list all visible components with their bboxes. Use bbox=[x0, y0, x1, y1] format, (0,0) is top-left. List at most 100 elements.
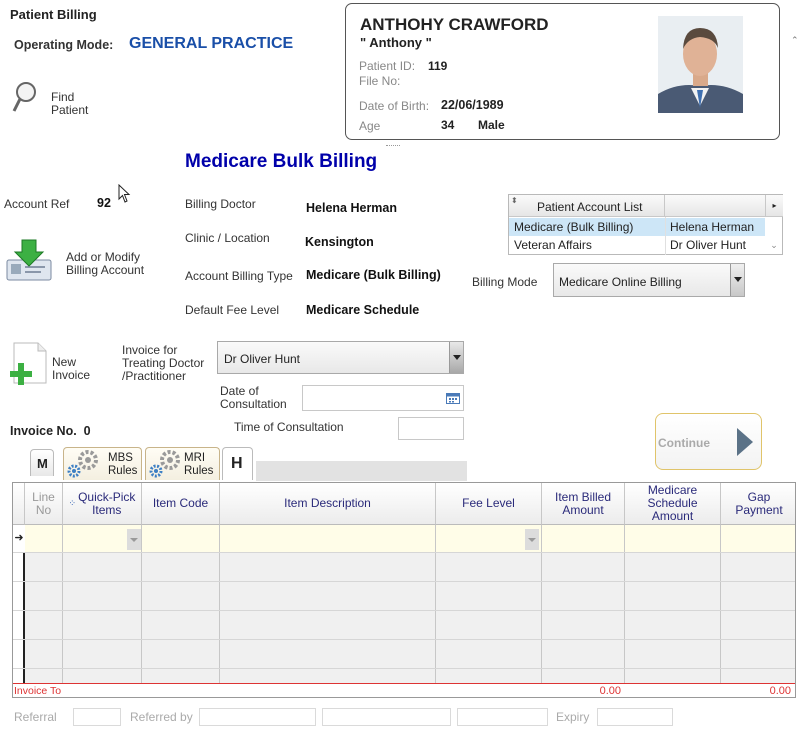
chevron-down-icon bbox=[449, 342, 463, 373]
chevron-down-icon bbox=[528, 538, 536, 542]
patient-name: ANTHOHY CRAWFORD bbox=[360, 15, 549, 34]
footer-invoice-total-label: Invoice To bbox=[14, 685, 62, 697]
tab-mbs-rules[interactable]: MBS Rules bbox=[63, 447, 142, 480]
billing-mode-label: Billing Mode bbox=[472, 275, 538, 289]
column-medicare-schedule-line3: Amount bbox=[651, 509, 694, 523]
referred-by-input[interactable] bbox=[199, 708, 316, 726]
row-selector-header bbox=[13, 483, 25, 525]
column-item-code[interactable]: Item Code bbox=[142, 483, 220, 525]
referral-provider-input[interactable] bbox=[322, 708, 451, 726]
grid-dots-icon: ⁘ bbox=[68, 498, 77, 508]
default-fee-level-label: Default Fee Level bbox=[185, 303, 280, 317]
account-list-scroll-down[interactable]: ⌄ bbox=[765, 236, 783, 254]
sort-icon: ⬍ bbox=[511, 196, 518, 205]
column-line-no-line1: Line bbox=[32, 489, 55, 504]
quick-pick-dropdown[interactable] bbox=[127, 529, 141, 550]
column-item-description[interactable]: Item Description bbox=[220, 483, 436, 525]
invoice-items-grid[interactable]: Line No ⁘ Quick-Pick Items Item Code Item … bbox=[12, 482, 796, 698]
date-of-consultation-line2: Consultation bbox=[220, 397, 287, 411]
account-ref-value: 92 bbox=[97, 196, 111, 210]
column-fee-level[interactable]: Fee Level bbox=[436, 483, 542, 525]
treating-doctor-value: Dr Oliver Hunt bbox=[224, 352, 301, 366]
account-type: Medicare (Bulk Billing) bbox=[514, 220, 634, 234]
account-list-header: ⬍ Patient Account List bbox=[509, 195, 665, 217]
tab-mri-rules[interactable]: MRI Rules bbox=[145, 447, 220, 480]
invoice-for-line1: Invoice for bbox=[122, 343, 178, 357]
dob-value: 22/06/1989 bbox=[441, 98, 504, 112]
col-divider bbox=[142, 525, 220, 683]
col-divider bbox=[625, 525, 721, 683]
tab-mri-line1: MRI bbox=[184, 452, 206, 464]
gear-icon bbox=[67, 450, 98, 478]
col-divider bbox=[25, 525, 63, 683]
column-quick-pick[interactable]: ⁘ Quick-Pick Items bbox=[63, 483, 142, 525]
column-line-no[interactable]: Line No bbox=[25, 483, 63, 525]
patient-card: ANTHOHY CRAWFORD " Anthony " Patient ID:… bbox=[345, 3, 780, 140]
clinic-location-label: Clinic / Location bbox=[185, 231, 270, 245]
dob-label: Date of Birth: bbox=[359, 99, 430, 113]
add-modify-billing-account-button[interactable]: Add or Modify Billing Account bbox=[5, 238, 155, 284]
row-pointer-icon: ➜ bbox=[13, 525, 25, 552]
age-label: Age bbox=[359, 119, 381, 133]
chevron-down-icon bbox=[730, 264, 744, 296]
add-account-icon bbox=[6, 239, 52, 281]
sex-value: Male bbox=[478, 118, 505, 132]
referral-label: Referral bbox=[14, 710, 57, 724]
tab-m[interactable]: M bbox=[30, 449, 54, 476]
treating-doctor-select[interactable]: Dr Oliver Hunt bbox=[217, 341, 464, 374]
account-ref-label: Account Ref bbox=[4, 197, 70, 211]
card-resize-grip[interactable] bbox=[386, 145, 400, 147]
row-selector-column bbox=[13, 552, 25, 683]
patient-account-list[interactable]: ⬍ Patient Account List ▸ Medicare (Bulk … bbox=[508, 194, 783, 255]
column-medicare-schedule-amount[interactable]: Medicare Schedule Amount bbox=[625, 483, 721, 525]
row-line bbox=[13, 668, 795, 669]
add-modify-line1: Add or Modify bbox=[66, 250, 141, 264]
row-line bbox=[13, 581, 795, 582]
referred-by-label: Referred by bbox=[130, 710, 193, 724]
time-of-consultation-input[interactable] bbox=[398, 417, 464, 440]
account-list-row[interactable]: Medicare (Bulk Billing) Helena Herman bbox=[509, 218, 765, 236]
column-item-billed-line1: Item Billed bbox=[554, 489, 612, 504]
row-line bbox=[13, 639, 795, 640]
mouse-cursor-icon bbox=[118, 184, 131, 203]
new-invoice-line1: New bbox=[52, 355, 77, 369]
column-line-no-line2: No bbox=[35, 502, 52, 517]
tab-h[interactable]: H bbox=[222, 447, 253, 480]
column-gap-payment-line2: Payment bbox=[735, 502, 783, 517]
referral-date-input[interactable] bbox=[457, 708, 548, 726]
patient-photo bbox=[658, 16, 743, 113]
tab-mri-line2: Rules bbox=[184, 465, 214, 477]
column-quick-pick-line1: Quick-Pick bbox=[78, 489, 136, 504]
date-of-consultation-input[interactable] bbox=[302, 385, 464, 411]
row-line bbox=[13, 552, 795, 553]
account-list-scroll-right[interactable]: ▸ bbox=[765, 195, 783, 217]
column-item-billed-amount[interactable]: Item Billed Amount bbox=[542, 483, 625, 525]
column-quick-pick-line2: Items bbox=[92, 502, 122, 517]
page-scroll-up[interactable]: ⌃ bbox=[791, 35, 799, 46]
column-gap-payment[interactable]: Gap Payment bbox=[721, 483, 795, 525]
time-of-consultation-label: Time of Consultation bbox=[234, 420, 344, 434]
default-fee-level-value: Medicare Schedule bbox=[306, 303, 420, 317]
find-patient-button[interactable]: Find Patient bbox=[12, 80, 102, 120]
billing-mode-select[interactable]: Medicare Online Billing bbox=[553, 263, 745, 297]
account-list-row[interactable]: Veteran Affairs Dr Oliver Hunt bbox=[509, 236, 765, 254]
new-invoice-button[interactable]: New Invoice bbox=[8, 341, 108, 389]
operating-mode-label: Operating Mode: bbox=[14, 38, 114, 52]
invoice-for-line2: Treating Doctor bbox=[122, 356, 205, 370]
fee-level-dropdown[interactable] bbox=[525, 529, 539, 550]
gear-icon bbox=[149, 450, 180, 478]
arrow-right-icon bbox=[737, 428, 753, 456]
file-no-label: File No: bbox=[359, 74, 401, 88]
expiry-input[interactable] bbox=[597, 708, 673, 726]
tab-h-label: H bbox=[231, 455, 243, 472]
referral-input[interactable] bbox=[73, 708, 121, 726]
billing-mode-value: Medicare Online Billing bbox=[559, 275, 682, 289]
account-doctor: Helena Herman bbox=[670, 220, 755, 234]
account-billing-type-value: Medicare (Bulk Billing) bbox=[306, 268, 441, 282]
footer-gap-total: 0.00 bbox=[769, 685, 791, 697]
continue-button[interactable]: Continue bbox=[655, 413, 762, 470]
calendar-icon[interactable] bbox=[446, 392, 460, 404]
chevron-down-icon bbox=[130, 538, 138, 542]
expiry-label: Expiry bbox=[556, 710, 590, 724]
billing-doctor-label: Billing Doctor bbox=[185, 197, 256, 211]
